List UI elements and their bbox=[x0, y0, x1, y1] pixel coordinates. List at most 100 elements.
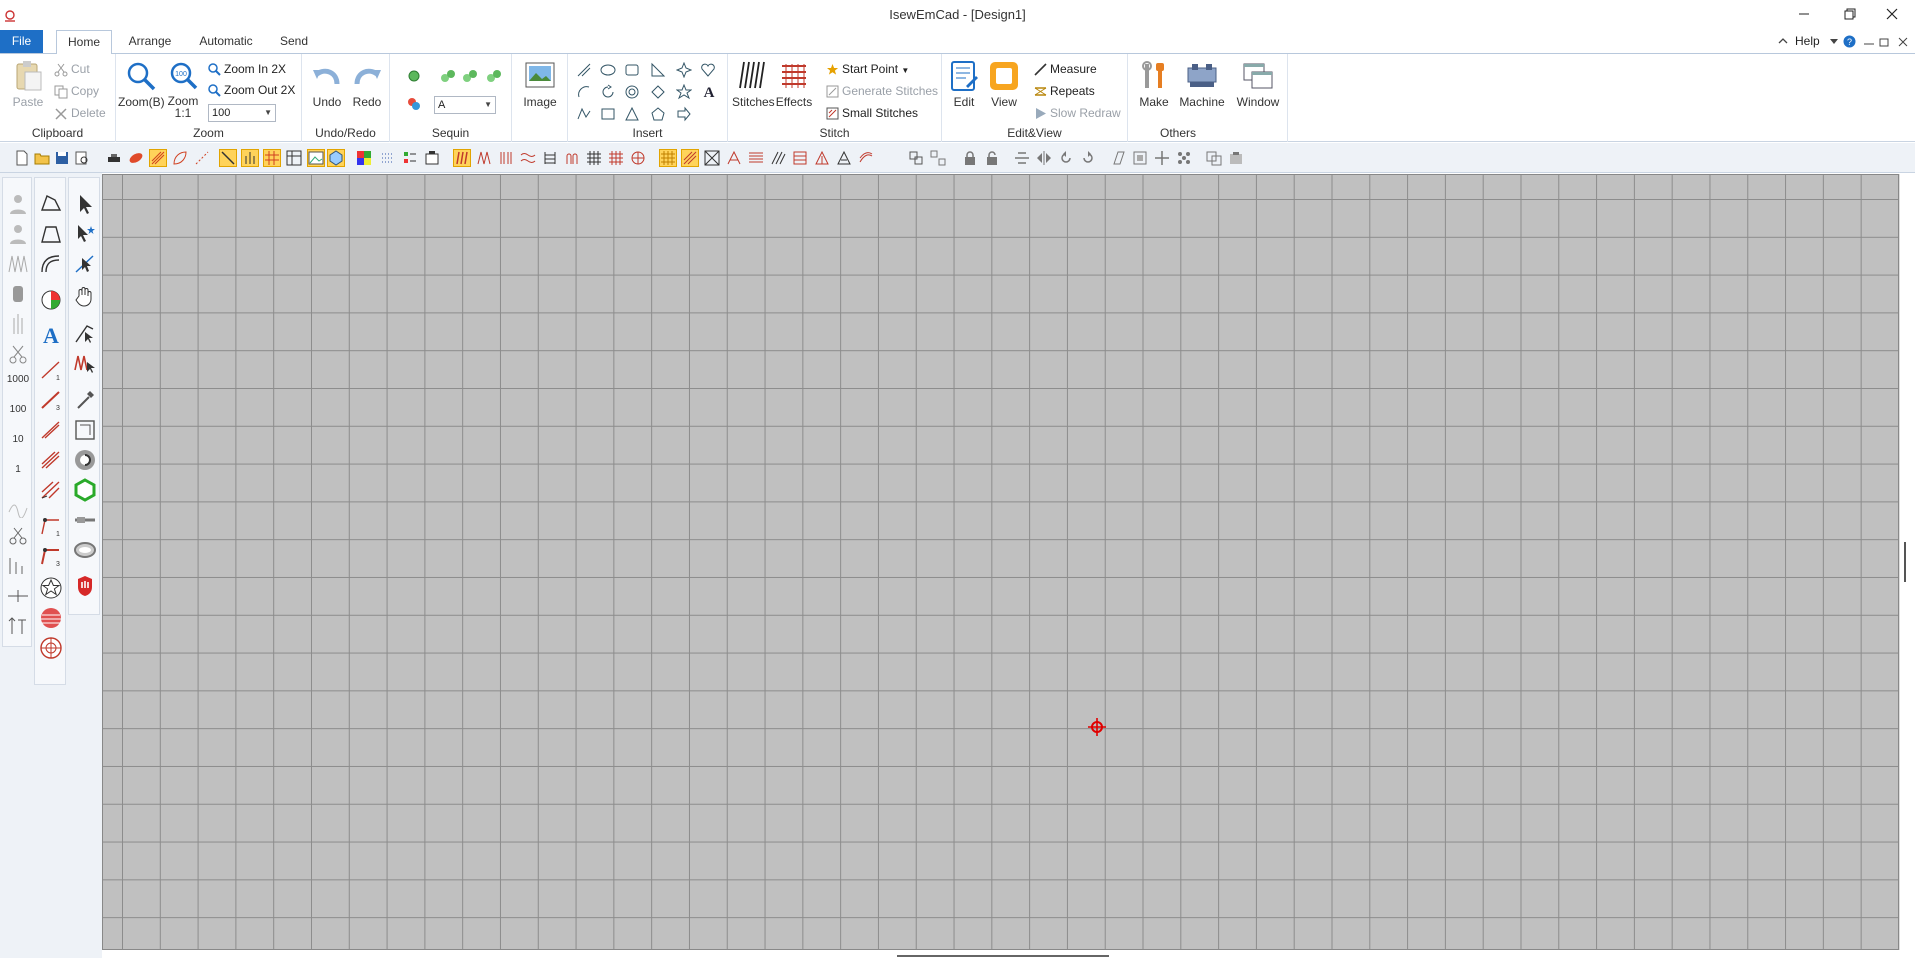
radial-fill-icon[interactable] bbox=[39, 636, 63, 660]
text-tool-icon[interactable]: A bbox=[39, 322, 63, 346]
lock-icon[interactable] bbox=[962, 150, 978, 166]
properties-icon[interactable] bbox=[424, 150, 440, 166]
flow-fill-icon[interactable] bbox=[858, 150, 874, 166]
square-icon[interactable] bbox=[600, 106, 616, 122]
info-icon[interactable]: ? bbox=[1843, 35, 1856, 48]
sequin-icon[interactable] bbox=[406, 68, 422, 84]
manual-1-icon[interactable]: 1 bbox=[39, 514, 63, 538]
hand-stitch-icon[interactable] bbox=[241, 149, 259, 167]
wave-stitch-icon[interactable] bbox=[520, 150, 536, 166]
hoop-icon[interactable] bbox=[73, 538, 97, 562]
stitch-person-icon[interactable] bbox=[6, 192, 30, 216]
repeats-button[interactable]: Repeats bbox=[1034, 82, 1095, 100]
fill-pattern-icon[interactable] bbox=[149, 149, 167, 167]
horizontal-fill-icon[interactable] bbox=[748, 150, 764, 166]
slant-fill-icon[interactable] bbox=[770, 150, 786, 166]
sequin-type-combo[interactable]: A ▼ bbox=[434, 96, 496, 114]
pentagon-icon[interactable] bbox=[650, 106, 666, 122]
pan-hand-icon[interactable] bbox=[73, 284, 97, 308]
stitch-curve-gray-icon[interactable] bbox=[6, 494, 30, 518]
help-menu[interactable]: Help bbox=[1795, 34, 1820, 48]
appliqué-icon[interactable] bbox=[73, 448, 97, 472]
satin-line-icon[interactable] bbox=[39, 448, 63, 472]
zoom-in-button[interactable]: Zoom In 2X bbox=[208, 60, 286, 78]
triangle-pattern-icon[interactable] bbox=[814, 150, 830, 166]
stop-hand-icon[interactable] bbox=[73, 574, 97, 598]
zoom-b-button[interactable]: Zoom(B) bbox=[118, 60, 165, 109]
shape-tool-icon[interactable] bbox=[39, 222, 63, 246]
sequin-fill-icon[interactable] bbox=[486, 68, 502, 84]
offset-outline-icon[interactable] bbox=[73, 418, 97, 442]
machine-hat-icon[interactable] bbox=[106, 150, 122, 166]
zoom-out-button[interactable]: Zoom Out 2X bbox=[208, 81, 295, 99]
tab-automatic[interactable]: Automatic bbox=[192, 30, 260, 53]
grid-toggle-icon[interactable] bbox=[263, 149, 281, 167]
group-icon[interactable] bbox=[908, 150, 924, 166]
column-stitch-icon[interactable] bbox=[498, 150, 514, 166]
star-icon[interactable] bbox=[676, 84, 692, 100]
slow-redraw-button[interactable]: Slow Redraw bbox=[1034, 104, 1121, 122]
square-pattern-icon[interactable] bbox=[792, 150, 808, 166]
paste-button[interactable]: Paste bbox=[6, 60, 50, 109]
paste-layout-icon[interactable] bbox=[1228, 150, 1244, 166]
sequin-column-icon[interactable] bbox=[462, 68, 478, 84]
origin-crosshair-icon[interactable] bbox=[1088, 718, 1106, 736]
freehand-icon[interactable] bbox=[576, 106, 592, 122]
cross-box-icon[interactable] bbox=[704, 150, 720, 166]
jump-icon[interactable] bbox=[6, 584, 30, 608]
sequin-line-icon[interactable] bbox=[440, 68, 456, 84]
stitch-person-2-icon[interactable] bbox=[6, 222, 30, 246]
bean-stitch-icon[interactable] bbox=[39, 418, 63, 442]
motif-fill-icon[interactable] bbox=[726, 150, 742, 166]
generate-stitches-button[interactable]: Generate Stitches bbox=[826, 82, 938, 100]
effects-button[interactable]: Effects bbox=[774, 60, 814, 109]
zigzag-stitch-icon[interactable] bbox=[476, 150, 492, 166]
design-canvas[interactable] bbox=[102, 174, 1899, 950]
view-button[interactable]: View bbox=[986, 60, 1022, 109]
run-line-1-icon[interactable]: 1 bbox=[39, 358, 63, 382]
eyedropper-icon[interactable] bbox=[73, 388, 97, 412]
ungroup-icon[interactable] bbox=[930, 150, 946, 166]
3d-view-icon[interactable] bbox=[327, 149, 345, 167]
star-tool-icon[interactable] bbox=[39, 576, 63, 600]
node-edit-icon[interactable] bbox=[73, 252, 97, 276]
move-icon[interactable] bbox=[1154, 150, 1170, 166]
small-stitches-button[interactable]: Small Stitches bbox=[826, 104, 918, 122]
select-star-icon[interactable] bbox=[73, 222, 97, 246]
delete-button[interactable]: Delete bbox=[54, 104, 106, 122]
save-icon[interactable] bbox=[54, 150, 70, 166]
undo-button[interactable]: Undo bbox=[310, 60, 344, 109]
satin-stitch-icon[interactable] bbox=[453, 149, 471, 167]
align-icon[interactable] bbox=[1014, 150, 1030, 166]
scatter-icon[interactable] bbox=[1176, 150, 1192, 166]
grid-view-icon[interactable] bbox=[286, 150, 302, 166]
collapse-ribbon-icon[interactable] bbox=[1777, 35, 1789, 47]
mdi-close-icon[interactable] bbox=[1897, 36, 1909, 48]
sequin-color-icon[interactable] bbox=[406, 96, 422, 112]
triangle-icon[interactable] bbox=[624, 106, 640, 122]
fit-icon[interactable] bbox=[1132, 150, 1148, 166]
horizontal-scrollbar[interactable] bbox=[102, 950, 1899, 958]
zigzag-gray-icon[interactable] bbox=[6, 252, 30, 276]
circle-fill-icon[interactable] bbox=[39, 606, 63, 630]
jump-up-icon[interactable] bbox=[6, 614, 30, 638]
ladder-stitch-icon[interactable] bbox=[542, 150, 558, 166]
ellipse-icon[interactable] bbox=[600, 62, 616, 78]
dotted-line-icon[interactable] bbox=[194, 150, 210, 166]
close-button[interactable] bbox=[1869, 0, 1915, 30]
select-arrow-icon[interactable] bbox=[73, 192, 97, 216]
polygon-tool-icon[interactable] bbox=[39, 192, 63, 216]
running-line-icon[interactable] bbox=[576, 62, 592, 78]
step-100-label[interactable]: 100 bbox=[4, 404, 32, 415]
zoom-level-combo[interactable]: 100 ▼ bbox=[208, 104, 276, 122]
run-line-3-icon[interactable]: 3 bbox=[39, 388, 63, 412]
needle-gray-icon[interactable] bbox=[6, 312, 30, 336]
mdi-restore-icon[interactable] bbox=[1879, 36, 1891, 48]
needle-tool-icon[interactable] bbox=[73, 508, 97, 532]
hexagon-icon[interactable] bbox=[73, 478, 97, 502]
image-toggle-icon[interactable] bbox=[307, 149, 325, 167]
redo-button[interactable]: Redo bbox=[350, 60, 384, 109]
color-palette-icon[interactable] bbox=[356, 150, 372, 166]
diamond-icon[interactable] bbox=[650, 84, 666, 100]
machine-button[interactable]: Machine bbox=[1176, 60, 1228, 109]
